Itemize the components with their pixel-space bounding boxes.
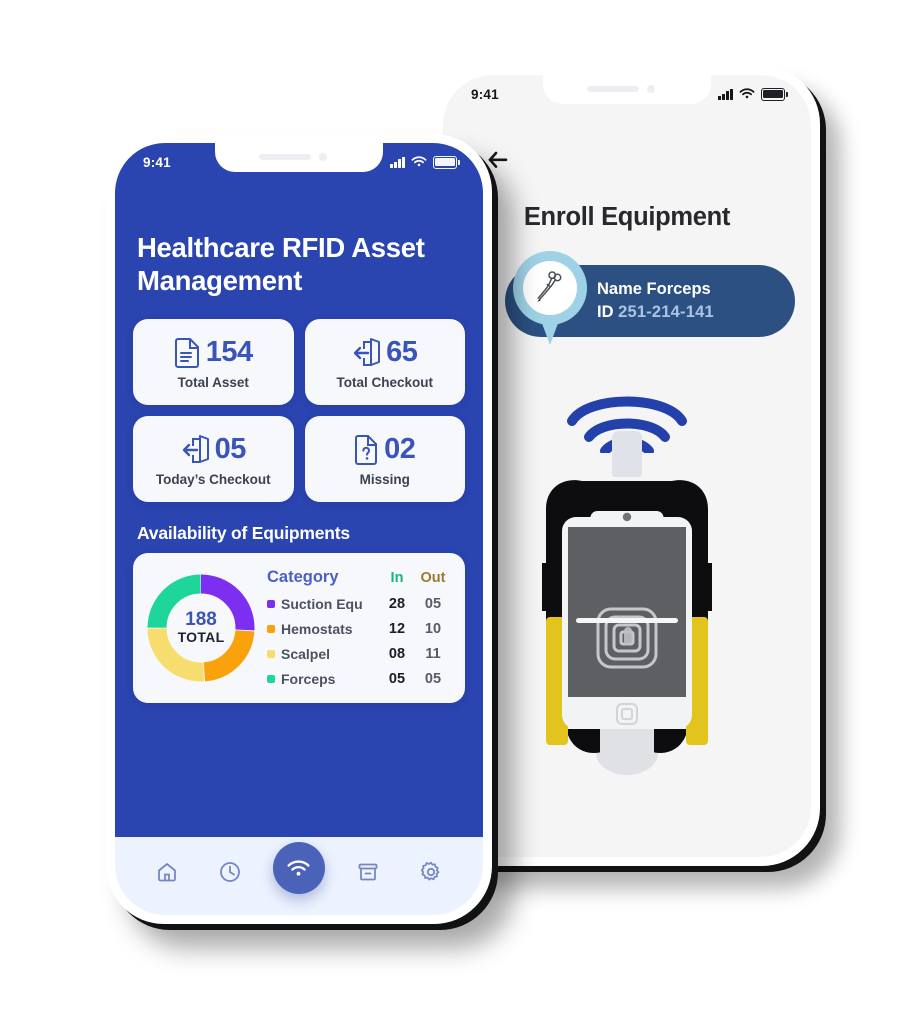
availability-chart-card: 188 TOTAL Category In Out Suction Equ 28… <box>133 553 465 703</box>
dashboard-panel: 9:41 Healthcare RFID Asset Management 15… <box>115 143 483 837</box>
stat-label: Total Checkout <box>336 375 433 390</box>
stat-value: 154 <box>205 335 253 368</box>
row-out-value: 11 <box>425 646 441 662</box>
front-camera <box>319 153 327 161</box>
tag-id-label: ID <box>597 303 614 321</box>
right-phone-notch <box>543 75 711 104</box>
row-category: Scalpel <box>281 646 331 662</box>
screenshot-stage: 9:41 Enroll Equipment Name Forceps ID 25… <box>0 0 911 1024</box>
stat-card-value-row: 02 <box>354 432 416 465</box>
tag-id-line: ID 251-214-141 <box>597 301 795 324</box>
right-phone-screen: 9:41 Enroll Equipment Name Forceps ID 25… <box>443 75 811 857</box>
stat-card-total-asset[interactable]: 154 Total Asset <box>133 319 294 405</box>
left-phone-screen: 9:41 Healthcare RFID Asset Management 15… <box>115 143 483 915</box>
wifi-icon <box>739 88 755 99</box>
stat-card-grid: 154 Total Asset 65 Total Checkout 05 Tod… <box>133 319 465 502</box>
column-header-out: Out <box>420 569 446 586</box>
status-icons <box>718 87 788 101</box>
row-category: Hemostats <box>281 621 353 637</box>
earpiece-speaker <box>259 154 311 160</box>
checkout-door-icon <box>182 435 209 463</box>
document-question-icon <box>355 435 378 465</box>
legend-color-dot <box>267 675 275 683</box>
stat-value: 05 <box>214 432 247 465</box>
stat-label: Total Asset <box>177 375 249 390</box>
tag-id-value: 251-214-141 <box>618 303 714 321</box>
rugged-rfid-scanner-icon <box>512 375 742 805</box>
stat-card-todays-checkout[interactable]: 05 Today’s Checkout <box>133 416 294 502</box>
page-title: Healthcare RFID Asset Management <box>137 232 425 296</box>
row-category: Forceps <box>281 671 336 687</box>
cellular-bars-icon <box>390 156 405 168</box>
stat-label: Today’s Checkout <box>155 472 271 487</box>
row-category: Suction Equ <box>281 596 363 612</box>
stat-card-value-row: 05 <box>181 433 246 465</box>
checkout-door-icon <box>353 338 381 366</box>
left-phone-notch <box>215 143 383 172</box>
history-clock-icon <box>219 862 240 882</box>
tab-settings[interactable] <box>411 852 451 892</box>
table-row[interactable]: Forceps 05 05 <box>267 671 451 687</box>
front-camera <box>647 85 655 93</box>
tab-history[interactable] <box>210 852 250 892</box>
cellular-bars-icon <box>718 88 733 100</box>
stat-card-missing[interactable]: 02 Missing <box>304 416 465 502</box>
page-title: Enroll Equipment <box>523 203 731 231</box>
section-title-availability: Availability of Equipments <box>137 523 350 543</box>
stat-card-value-row: 154 <box>174 336 253 368</box>
legend-color-dot <box>267 600 275 608</box>
tag-name-label: Name <box>597 279 642 298</box>
table-row[interactable]: Hemostats 12 10 <box>267 621 451 637</box>
category-table: Category In Out Suction Equ 28 05 Hemost… <box>267 568 451 687</box>
row-in-value: 12 <box>388 621 406 637</box>
gear-icon <box>421 861 440 881</box>
status-time: 9:41 <box>143 154 171 170</box>
availability-donut-chart: 188 TOTAL <box>145 572 257 684</box>
wifi-icon <box>411 156 427 167</box>
equipment-location-pin <box>513 251 587 347</box>
earpiece-speaker <box>587 86 639 92</box>
tab-home[interactable] <box>147 852 187 892</box>
column-header-in: In <box>390 569 404 586</box>
stat-value: 02 <box>384 432 416 465</box>
donut-total-label: TOTAL <box>177 629 225 646</box>
status-icons <box>390 155 460 169</box>
pin-inner-circle <box>523 261 577 315</box>
tab-inventory[interactable] <box>348 852 388 892</box>
table-row[interactable]: Suction Equ 28 05 <box>267 596 451 612</box>
stat-card-value-row: 65 <box>352 335 418 368</box>
home-icon <box>157 863 176 882</box>
table-row[interactable]: Scalpel 08 11 <box>267 646 451 662</box>
wifi-scan-icon <box>287 860 311 876</box>
battery-icon <box>761 87 788 101</box>
table-header-row: Category In Out <box>267 568 451 587</box>
row-out-value: 05 <box>424 596 442 612</box>
row-in-value: 28 <box>388 596 406 612</box>
forceps-icon <box>537 271 562 302</box>
stat-card-total-checkout[interactable]: 65 Total Checkout <box>304 319 465 405</box>
status-time: 9:41 <box>471 86 499 102</box>
stat-value: 65 <box>386 335 418 368</box>
column-header-category: Category <box>267 568 339 586</box>
document-icon <box>174 338 199 368</box>
legend-color-dot <box>267 625 275 633</box>
battery-icon <box>433 155 460 169</box>
left-phone: 9:41 Healthcare RFID Asset Management 15… <box>106 134 492 924</box>
legend-color-dot <box>267 650 275 658</box>
stat-label: Missing <box>359 472 410 487</box>
bottom-tab-bar <box>115 837 483 915</box>
row-out-value: 05 <box>424 671 442 687</box>
row-in-value: 08 <box>388 646 406 662</box>
row-in-value: 05 <box>388 671 406 687</box>
donut-total-value: 188 <box>185 608 217 630</box>
tag-name-line: Name Forceps <box>597 278 795 301</box>
scanner-body <box>542 480 712 775</box>
archive-box-icon <box>358 863 378 881</box>
row-out-value: 10 <box>424 621 442 637</box>
tag-name-value: Forceps <box>646 279 711 298</box>
tab-scan[interactable] <box>272 842 325 894</box>
donut-center-label: 188 TOTAL <box>145 572 257 684</box>
